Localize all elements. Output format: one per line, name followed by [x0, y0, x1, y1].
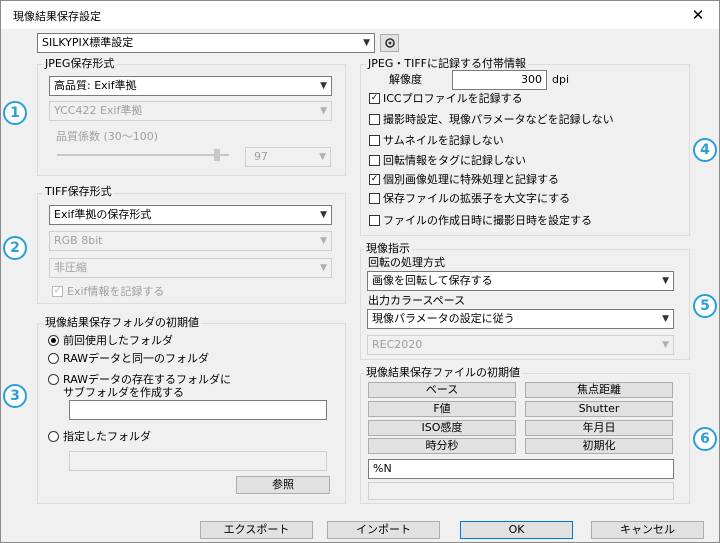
chevron-down-icon: ▼ — [320, 106, 327, 116]
chevron-down-icon: ▼ — [320, 263, 327, 273]
folder-option-specified-label: 指定したフォルダ — [63, 430, 151, 443]
jpeg-quality-slider-thumb — [214, 149, 220, 161]
preset-value: SILKYPIX標準設定 — [42, 36, 134, 49]
ok-button[interactable]: OK — [460, 521, 573, 539]
title-bar: 現像結果保存設定 ✕ — [1, 1, 719, 29]
browse-button[interactable]: 参照 — [236, 476, 330, 494]
folder-option-subfolder-label-1: RAWデータの存在するフォルダに — [63, 373, 231, 386]
cancel-button[interactable]: キャンセル — [591, 521, 704, 539]
folder-option-subfolder-radio[interactable] — [48, 374, 59, 385]
folder-option-previous-label: 前回使用したフォルダ — [63, 334, 173, 347]
filename-preview — [368, 482, 674, 500]
jpeg-group-title: JPEG保存形式 — [43, 57, 117, 70]
specified-folder-input — [69, 451, 327, 471]
filename-token-button[interactable]: Shutter — [525, 401, 673, 417]
callout-badge-4: 4 — [693, 138, 717, 162]
preset-settings-button[interactable] — [380, 34, 399, 52]
gear-icon — [384, 38, 395, 48]
chevron-down-icon: ▼ — [320, 210, 327, 220]
embed-option-checkbox[interactable]: ✓ — [369, 174, 380, 185]
filename-token-button[interactable]: F値 — [368, 401, 516, 417]
tiff-exif-checkbox: ✓ — [52, 286, 63, 297]
embed-option-checkbox[interactable] — [369, 155, 380, 166]
folder-option-specified-radio[interactable] — [48, 431, 59, 442]
chevron-down-icon: ▼ — [662, 314, 669, 324]
folder-option-same-radio[interactable] — [48, 353, 59, 364]
tiff-exif-label: Exif情報を記録する — [67, 285, 165, 298]
filename-group-title: 現像結果保存ファイルの初期値 — [364, 366, 522, 379]
callout-badge-3: 3 — [3, 384, 27, 408]
embed-option-checkbox[interactable] — [369, 215, 380, 226]
chevron-down-icon: ▼ — [319, 152, 326, 162]
tiff-format-value: Exif準拠の保存形式 — [54, 208, 152, 221]
tiff-compression-select: 非圧縮 ▼ — [49, 258, 332, 278]
rotation-select[interactable]: 画像を回転して保存する ▼ — [367, 271, 674, 291]
embed-option-checkbox[interactable]: ✓ — [369, 93, 380, 104]
jpeg-subsample-value: YCC422 Exif準拠 — [54, 104, 143, 117]
rotation-value: 画像を回転して保存する — [372, 274, 493, 287]
chevron-down-icon: ▼ — [320, 81, 327, 91]
tiff-group-title: TIFF保存形式 — [43, 185, 114, 198]
rec-value: REC2020 — [372, 338, 423, 351]
filename-token-button[interactable]: ベース — [368, 382, 516, 398]
filename-token-button[interactable]: 初期化 — [525, 438, 673, 454]
jpeg-quality-value: 97 — [254, 150, 268, 163]
jpeg-quality-label: 品質係数 (30〜100) — [56, 130, 159, 143]
chevron-down-icon: ▼ — [662, 276, 669, 286]
embed-option-checkbox[interactable] — [369, 193, 380, 204]
folder-group-title: 現像結果保存フォルダの初期値 — [43, 316, 201, 329]
embed-option-label: 保存ファイルの拡張子を大文字にする — [383, 192, 571, 205]
colorspace-select[interactable]: 現像パラメータの設定に従う ▼ — [367, 309, 674, 329]
folder-option-previous-radio[interactable] — [48, 335, 59, 346]
folder-option-subfolder-label-2: サブフォルダを作成する — [63, 386, 184, 399]
embed-option-label: 回転情報をタグに記録しない — [383, 154, 526, 167]
resolution-unit: dpi — [552, 73, 570, 86]
resolution-label: 解像度 — [389, 73, 422, 86]
filename-pattern-input[interactable]: %N — [368, 459, 674, 479]
embed-option-label: 撮影時設定、現像パラメータなどを記録しない — [383, 113, 614, 126]
embed-group-title: JPEG・TIFFに記録する付帯情報 — [366, 57, 528, 70]
jpeg-format-value: 高品質: Exif準拠 — [54, 79, 137, 92]
folder-option-same-label: RAWデータと同一のフォルダ — [63, 352, 209, 365]
close-icon[interactable]: ✕ — [687, 4, 709, 26]
callout-badge-5: 5 — [693, 294, 717, 318]
embed-option-checkbox[interactable] — [369, 114, 380, 125]
export-button[interactable]: エクスポート — [200, 521, 313, 539]
filename-token-button[interactable]: 焦点距離 — [525, 382, 673, 398]
tiff-compression-value: 非圧縮 — [54, 261, 87, 274]
filename-token-button[interactable]: ISO感度 — [368, 420, 516, 436]
rotation-label: 回転の処理方式 — [368, 256, 445, 269]
window-title: 現像結果保存設定 — [13, 10, 101, 23]
callout-badge-1: 1 — [3, 101, 27, 125]
tiff-color-value: RGB 8bit — [54, 234, 103, 247]
filename-token-button[interactable]: 年月日 — [525, 420, 673, 436]
chevron-down-icon: ▼ — [662, 340, 669, 350]
callout-badge-6: 6 — [693, 427, 717, 451]
colorspace-label: 出力カラースペース — [368, 294, 466, 307]
embed-option-label: サムネイルを記録しない — [383, 134, 504, 147]
embed-option-label: ICCプロファイルを記録する — [383, 92, 523, 105]
jpeg-quality-slider — [57, 154, 229, 156]
subfolder-input[interactable] — [69, 400, 327, 420]
colorspace-value: 現像パラメータの設定に従う — [372, 312, 515, 325]
jpeg-format-select[interactable]: 高品質: Exif準拠 ▼ — [49, 76, 332, 96]
jpeg-quality-spin: 97 ▼ — [245, 147, 331, 167]
preset-select[interactable]: SILKYPIX標準設定 ▼ — [37, 33, 375, 53]
chevron-down-icon: ▼ — [320, 236, 327, 246]
callout-badge-2: 2 — [3, 236, 27, 260]
import-button[interactable]: インポート — [327, 521, 440, 539]
filename-token-button[interactable]: 時分秒 — [368, 438, 516, 454]
resolution-input[interactable]: 300 — [452, 70, 547, 90]
tiff-format-select[interactable]: Exif準拠の保存形式 ▼ — [49, 205, 332, 225]
develop-group-title: 現像指示 — [364, 242, 412, 255]
dialog-window: 現像結果保存設定 ✕ SILKYPIX標準設定 ▼ JPEG保存形式 高品質: E… — [0, 0, 720, 543]
chevron-down-icon: ▼ — [363, 38, 370, 48]
rec-select: REC2020 ▼ — [367, 335, 674, 355]
embed-option-checkbox[interactable] — [369, 135, 380, 146]
jpeg-subsample-select: YCC422 Exif準拠 ▼ — [49, 101, 332, 121]
tiff-color-select: RGB 8bit ▼ — [49, 231, 332, 251]
embed-option-label: 個別画像処理に特殊処理と記録する — [383, 173, 559, 186]
embed-option-label: ファイルの作成日時に撮影日時を設定する — [383, 214, 592, 227]
